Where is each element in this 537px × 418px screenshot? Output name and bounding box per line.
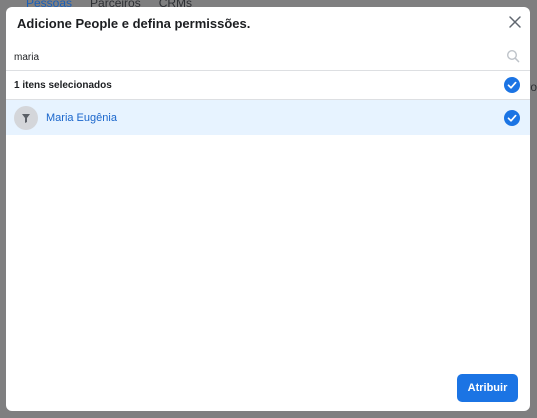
assign-button[interactable]: Atribuir [457, 374, 518, 402]
filter-icon [22, 114, 30, 123]
select-all-check-icon[interactable] [504, 77, 520, 93]
search-input[interactable] [14, 49, 494, 65]
search-bar [6, 44, 530, 71]
avatar [14, 106, 38, 130]
close-icon [509, 16, 521, 28]
list-item[interactable]: Maria Eugênia [6, 100, 530, 135]
item-check-icon[interactable] [504, 110, 520, 126]
selected-count-header: 1 itens selecionados [6, 71, 530, 100]
selected-count-label: 1 itens selecionados [14, 80, 112, 91]
dialog-title: Adicione People e defina permissões. [17, 16, 251, 31]
close-button[interactable] [508, 15, 522, 29]
search-icon[interactable] [506, 49, 520, 63]
add-people-dialog: Adicione People e defina permissões. 1 i… [6, 7, 530, 411]
list-item-label: Maria Eugênia [46, 112, 117, 124]
